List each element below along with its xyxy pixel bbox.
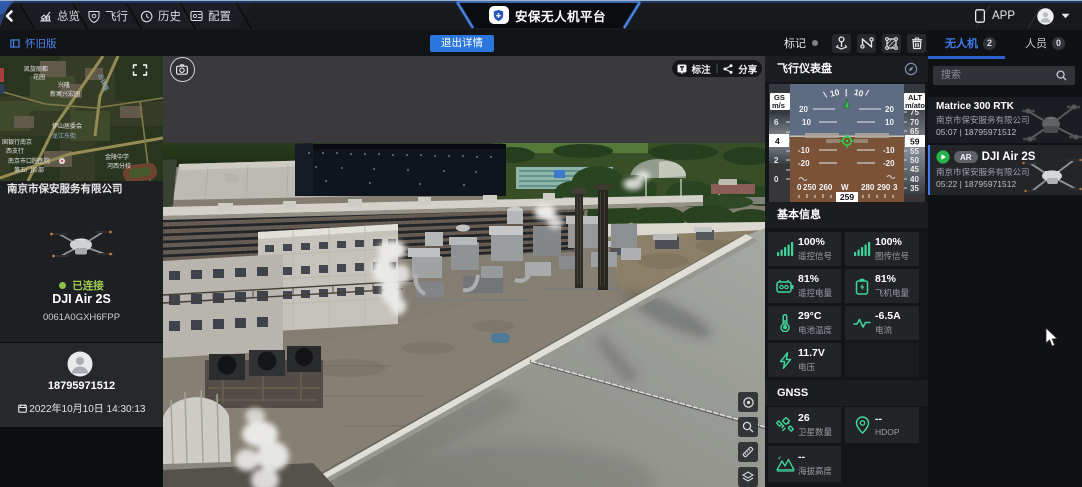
- svg-text:55: 55: [910, 147, 919, 156]
- svg-text:65: 65: [910, 127, 919, 136]
- svg-text:59: 59: [910, 137, 920, 147]
- svg-text:20: 20: [885, 105, 894, 114]
- svg-text:260: 260: [819, 183, 833, 192]
- svg-text:70: 70: [910, 118, 919, 127]
- svg-text:20: 20: [799, 105, 808, 114]
- svg-text:-20: -20: [798, 159, 810, 168]
- svg-text:2: 2: [774, 156, 779, 165]
- svg-text:50: 50: [910, 156, 919, 165]
- svg-text:45: 45: [910, 165, 919, 174]
- svg-text:3: 3: [893, 183, 898, 192]
- svg-text:290: 290: [877, 183, 891, 192]
- svg-text:m/s: m/s: [772, 101, 785, 110]
- svg-text:280: 280: [861, 183, 875, 192]
- svg-text:m/ato: m/ato: [905, 101, 925, 110]
- svg-text:35: 35: [910, 184, 919, 193]
- svg-text:10: 10: [885, 118, 894, 127]
- svg-text:40: 40: [910, 175, 919, 184]
- svg-text:4: 4: [775, 136, 780, 146]
- svg-text:0: 0: [774, 175, 779, 184]
- svg-text:6: 6: [774, 118, 779, 127]
- svg-text:250: 250: [803, 183, 817, 192]
- svg-text:-10: -10: [883, 146, 895, 155]
- svg-text:-20: -20: [883, 159, 895, 168]
- svg-text:10: 10: [802, 118, 811, 127]
- svg-text:259: 259: [840, 192, 854, 202]
- svg-text:-10: -10: [798, 146, 810, 155]
- svg-text:0: 0: [797, 183, 802, 192]
- svg-text:|: |: [845, 87, 847, 97]
- svg-text:W: W: [841, 183, 849, 192]
